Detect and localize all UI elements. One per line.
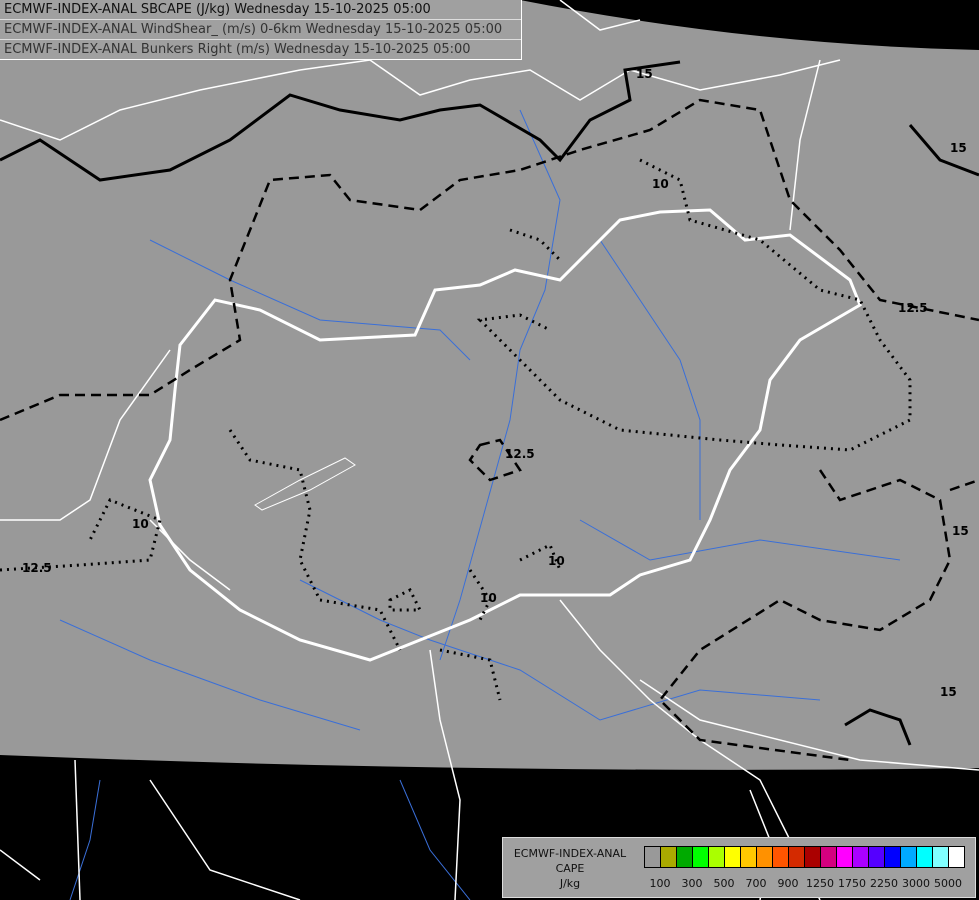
cape-legend: ECMWF-INDEX-ANAL CAPE J/kg 100 300 500 700 9… <box>502 837 976 898</box>
legend-swatch <box>949 847 964 867</box>
legend-swatch <box>645 847 661 867</box>
title-sbcape: ECMWF-INDEX-ANAL SBCAPE (J/kg) Wednesday… <box>4 2 431 17</box>
legend-swatch <box>661 847 677 867</box>
legend-swatch <box>693 847 709 867</box>
map-title-block: ECMWF-INDEX-ANAL SBCAPE (J/kg) Wednesday… <box>0 0 522 60</box>
legend-color-scale <box>644 846 965 868</box>
legend-variable: CAPE <box>555 862 585 875</box>
legend-swatch <box>709 847 725 867</box>
contour-label: 15 <box>950 141 967 155</box>
legend-swatch <box>741 847 757 867</box>
legend-tick-label: 700 <box>745 877 767 890</box>
legend-tick-label: 5000 <box>934 877 962 890</box>
legend-swatch <box>917 847 933 867</box>
legend-swatch <box>805 847 821 867</box>
legend-swatch <box>885 847 901 867</box>
weather-map: 15 15 10 12.5 12.5 10 10 10 12.5 15 15 <box>0 0 979 900</box>
legend-tick-label: 2250 <box>870 877 898 890</box>
legend-swatch <box>869 847 885 867</box>
contour-label: 15 <box>636 67 653 81</box>
legend-title: ECMWF-INDEX-ANAL CAPE J/kg <box>507 846 633 891</box>
legend-swatch <box>933 847 949 867</box>
map-domain-area <box>0 0 979 770</box>
title-windshear: ECMWF-INDEX-ANAL WindShear_ (m/s) 0-6km … <box>0 19 521 39</box>
legend-tick-label: 900 <box>777 877 799 890</box>
legend-ticks: 100 300 500 700 900 1250 1750 2250 3000 5000 <box>644 877 974 893</box>
legend-tick-label: 100 <box>649 877 671 890</box>
legend-swatch <box>789 847 805 867</box>
title-bunkers: ECMWF-INDEX-ANAL Bunkers Right (m/s) Wed… <box>0 39 521 59</box>
contour-label: 10 <box>132 517 149 531</box>
legend-tick-label: 3000 <box>902 877 930 890</box>
legend-swatch <box>837 847 853 867</box>
contour-label: 12.5 <box>22 561 52 575</box>
legend-swatch <box>901 847 917 867</box>
contour-label: 15 <box>940 685 957 699</box>
legend-swatch <box>677 847 693 867</box>
map-viewport: 15 15 10 12.5 12.5 10 10 10 12.5 15 15 ECMWF-INDEX… <box>0 0 979 900</box>
legend-unit: J/kg <box>559 877 581 890</box>
legend-swatch <box>773 847 789 867</box>
legend-swatch <box>725 847 741 867</box>
contour-label: 10 <box>480 591 497 605</box>
legend-swatch <box>853 847 869 867</box>
legend-tick-label: 500 <box>713 877 735 890</box>
legend-tick-label: 1250 <box>806 877 834 890</box>
contour-label: 15 <box>952 524 969 538</box>
legend-swatch <box>757 847 773 867</box>
contour-label: 10 <box>548 554 565 568</box>
contour-label: 12.5 <box>505 447 535 461</box>
contour-label: 10 <box>652 177 669 191</box>
legend-tick-label: 1750 <box>838 877 866 890</box>
legend-model: ECMWF-INDEX-ANAL <box>513 847 627 860</box>
contour-label: 12.5 <box>898 301 928 315</box>
legend-tick-label: 300 <box>681 877 703 890</box>
legend-swatch <box>821 847 837 867</box>
